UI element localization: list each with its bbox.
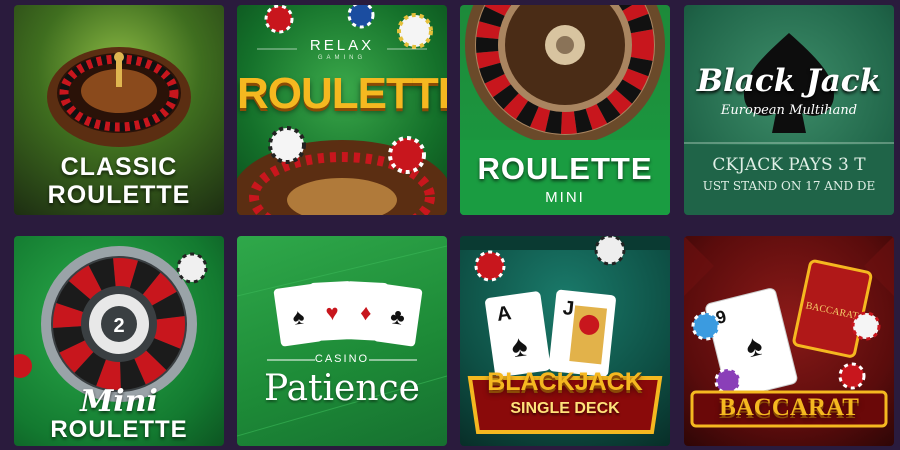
tile-title-line2: ROULETTE: [47, 181, 191, 209]
tile-title-line2: SINGLE DECK: [510, 400, 620, 417]
playing-cards-icon: ♠ ♥ ♦ ♣: [237, 245, 447, 437]
game-tile-baccarat[interactable]: BACCARAT 9 ♠ BACCARAT: [684, 236, 894, 446]
felt-text-line1: CKJACK PAYS 3 T: [712, 155, 866, 175]
tile-title-line2: ROULETTE: [50, 416, 188, 443]
relax-brand-label: RELAX: [309, 37, 375, 54]
game-tile-blackjack-single-deck[interactable]: A ♠ J BLACKJACK SINGLE DECK: [460, 236, 670, 446]
game-tile-casino-patience[interactable]: ♠ ♥ ♦ ♣ CASINO Patience: [237, 236, 447, 446]
game-tile-mini-roulette[interactable]: 2 Mini ROULETTE: [14, 236, 224, 446]
felt-text-line2: UST STAND ON 17 AND DE: [702, 179, 876, 193]
tile-title-line1: CLASSIC: [60, 153, 178, 181]
svg-text:2: 2: [113, 315, 124, 337]
svg-text:A: A: [495, 302, 512, 326]
tile-title: ROULETTE: [477, 151, 653, 186]
tile-subtitle: MINI: [545, 189, 585, 206]
game-tile-blackjack-european[interactable]: Black Jack European Multihand CKJACK PAY…: [684, 5, 894, 215]
tile-kicker: CASINO: [314, 353, 370, 365]
tile-subtitle: European Multihand: [720, 103, 858, 118]
game-tile-roulette-mini[interactable]: ROULETTE MINI: [460, 5, 670, 215]
relax-brand-sub-label: GAMING: [317, 55, 367, 61]
tile-title: Patience: [263, 368, 420, 409]
game-tile-relax-roulette[interactable]: RELAX GAMING ROULETTE: [237, 5, 447, 215]
tile-title-line1: Mini: [80, 384, 158, 419]
tile-title: BACCARAT: [719, 394, 859, 421]
tile-title-line1: BLACKJACK: [487, 368, 643, 396]
tile-title: Black Jack: [696, 63, 882, 99]
svg-text:♥: ♥: [325, 300, 339, 326]
svg-text:♦: ♦: [360, 300, 373, 326]
game-grid: CLASSIC ROULETTE RELAX GAMING ROULETTE R…: [0, 0, 900, 450]
game-tile-classic-roulette[interactable]: CLASSIC ROULETTE: [14, 5, 224, 215]
svg-text:J: J: [562, 297, 575, 320]
tile-title: ROULETTE: [237, 69, 447, 118]
